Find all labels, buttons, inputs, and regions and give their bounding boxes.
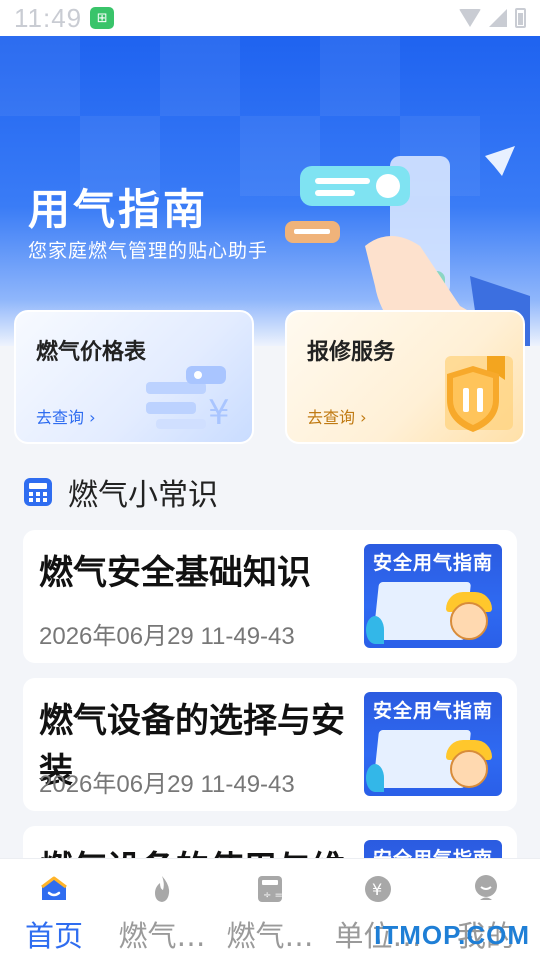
home-icon bbox=[41, 876, 67, 900]
hero-title: 用气指南 bbox=[28, 185, 209, 234]
hero-banner: 用气指南 您家庭燃气管理的贴心助手 bbox=[0, 36, 540, 346]
repair-service-link[interactable]: 去查询 › bbox=[307, 404, 367, 428]
article-thumbnail: 安全用气指南 bbox=[364, 544, 502, 648]
signal-icon bbox=[489, 9, 507, 27]
price-tag-icon: ¥ bbox=[146, 366, 230, 433]
wifi-icon bbox=[459, 9, 481, 27]
worker-avatar-graphic bbox=[450, 602, 488, 640]
tab-home-label: 首页 bbox=[24, 919, 83, 953]
worker-avatar-graphic bbox=[450, 750, 488, 788]
thumbnail-title: 安全用气指南 bbox=[372, 700, 493, 722]
article-card[interactable]: 燃气安全基础知识 2026年06月29 11-49-43 安全用气指南 bbox=[23, 530, 517, 663]
svg-text:÷ =: ÷ = bbox=[263, 890, 283, 901]
repair-service-title: 报修服务 bbox=[307, 340, 396, 365]
repair-shield-icon bbox=[445, 356, 513, 432]
svg-text:¥: ¥ bbox=[208, 393, 230, 433]
article-date: 2026年06月29 11-49-43 bbox=[39, 771, 295, 798]
gas-price-link[interactable]: 去查询 › bbox=[36, 404, 96, 428]
currency-icon: ¥ bbox=[365, 876, 391, 902]
watermark: ITMOP.COM bbox=[374, 920, 530, 950]
gas-price-card[interactable]: 燃气价格表 去查询 › ¥ bbox=[14, 310, 254, 444]
section-header: 燃气小常识 bbox=[22, 470, 218, 514]
status-indicators bbox=[459, 8, 526, 28]
leaf-graphic bbox=[366, 764, 384, 792]
tab-gas-calculator[interactable]: ÷ = 燃气… bbox=[216, 859, 324, 960]
svg-text:¥: ¥ bbox=[372, 880, 382, 899]
status-time: 11:49 bbox=[14, 2, 83, 33]
article-card[interactable]: 燃气设备的选择与安装 2026年06月29 11-49-43 安全用气指南 bbox=[23, 678, 517, 811]
battery-icon bbox=[515, 8, 526, 28]
gas-price-title: 燃气价格表 bbox=[36, 340, 147, 365]
tab-gas[interactable]: 燃气… bbox=[108, 859, 216, 960]
article-thumbnail: 安全用气指南 bbox=[364, 692, 502, 796]
thumbnail-title: 安全用气指南 bbox=[372, 552, 493, 574]
calculator-icon: ÷ = bbox=[258, 876, 283, 902]
hero-subtitle: 您家庭燃气管理的贴心助手 bbox=[28, 240, 269, 262]
tab-home[interactable]: 首页 bbox=[0, 859, 108, 960]
leaf-graphic bbox=[366, 616, 384, 644]
tab-gas-calculator-label: 燃气… bbox=[226, 919, 314, 953]
article-date: 2026年06月29 11-49-43 bbox=[39, 623, 295, 650]
article-title: 燃气安全基础知识 bbox=[39, 553, 311, 593]
section-title: 燃气小常识 bbox=[68, 478, 218, 513]
calculator-icon bbox=[24, 478, 52, 506]
flame-icon bbox=[155, 876, 170, 902]
status-bar: 11:49 ⊞ bbox=[0, 0, 540, 36]
tab-gas-label: 燃气… bbox=[118, 919, 206, 953]
profile-icon bbox=[475, 875, 497, 900]
app-notification-icon: ⊞ bbox=[90, 7, 115, 29]
repair-service-card[interactable]: 报修服务 去查询 › bbox=[285, 310, 525, 444]
